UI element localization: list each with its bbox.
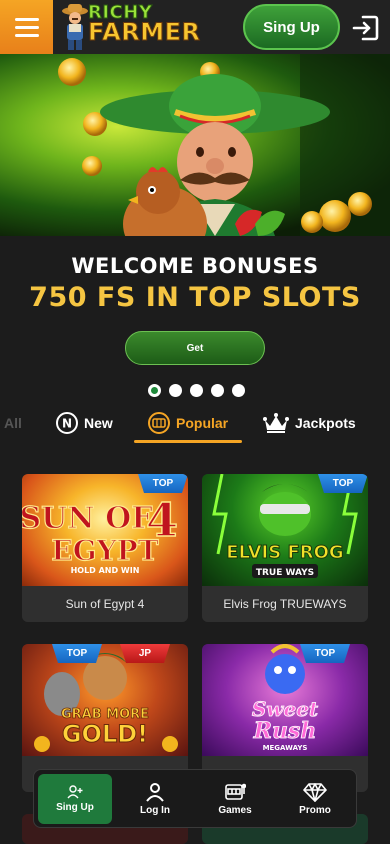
nav-login[interactable]: Log In	[118, 774, 192, 824]
header: RICHY FARMER Sing Up	[0, 0, 390, 54]
signup-button[interactable]: Sing Up	[243, 4, 340, 50]
slot-machine-icon	[225, 783, 246, 800]
banner-illustration	[58, 54, 390, 236]
crown-icon	[263, 413, 289, 433]
game-art-sub: HOLD AND WIN	[71, 566, 140, 575]
nav-promo[interactable]: Promo	[278, 774, 352, 824]
game-art-sub: TRUE WAYS	[256, 568, 314, 578]
game-art-line2: EGYPT	[51, 534, 158, 567]
menu-button[interactable]	[0, 0, 53, 54]
game-card[interactable]: ELVIS FROG TRUE WAYS TOP Elvis Frog TRUE…	[202, 474, 368, 622]
top-badge: TOP	[52, 644, 102, 663]
carousel-dot[interactable]	[232, 384, 245, 397]
add-user-icon	[67, 785, 83, 799]
nav-label: Log In	[140, 805, 170, 816]
tab-label: Jackpots	[295, 415, 356, 431]
menu-icon-bar	[14, 17, 39, 21]
farmer-logo-icon	[62, 4, 88, 50]
promo-banner[interactable]	[0, 54, 390, 236]
game-art-line2: GOLD!	[62, 720, 148, 748]
nav-label: Sing Up	[56, 802, 94, 813]
game-thumbnail[interactable]: GRAB MORE GOLD! TOP JP	[22, 644, 188, 756]
top-badge: TOP	[318, 474, 368, 493]
active-tab-indicator	[134, 440, 242, 443]
game-art-line1: SUN OF	[22, 501, 153, 536]
slot-machine-icon	[148, 412, 170, 434]
game-thumbnail[interactable]: SUN OF 4 EGYPT HOLD AND WIN TOP	[22, 474, 188, 586]
game-thumbnail[interactable]: ELVIS FROG TRUE WAYS TOP	[202, 474, 368, 586]
tab-new[interactable]: N New	[56, 410, 113, 436]
new-icon: N	[56, 412, 78, 434]
logo[interactable]: RICHY FARMER	[60, 2, 205, 52]
login-icon	[352, 15, 379, 41]
game-title[interactable]: Sun of Egypt 4	[22, 586, 188, 622]
svg-text:N: N	[62, 417, 72, 431]
login-button[interactable]	[350, 12, 382, 44]
carousel-dot[interactable]	[211, 384, 224, 397]
carousel-pagination	[148, 384, 245, 397]
top-badge: TOP	[300, 644, 350, 663]
menu-icon-bar	[14, 25, 39, 29]
diamond-icon	[303, 783, 327, 802]
get-bonus-button[interactable]: Get	[125, 331, 265, 365]
bottom-navigation: Sing Up Log In Games Promo	[33, 769, 357, 828]
user-icon	[146, 783, 164, 802]
game-card[interactable]: SUN OF 4 EGYPT HOLD AND WIN TOP Sun of E…	[22, 474, 188, 622]
welcome-heading: WELCOME BONUSES	[71, 254, 319, 278]
bonus-heading: 750 FS IN TOP SLOTS	[29, 282, 361, 313]
tab-jackpots[interactable]: Jackpots	[263, 410, 356, 436]
tab-label: Popular	[176, 415, 229, 431]
jackpot-badge: JP	[120, 644, 170, 663]
tab-label: New	[84, 415, 113, 431]
menu-icon-bar	[14, 33, 39, 37]
nav-signup[interactable]: Sing Up	[38, 774, 112, 824]
nav-label: Games	[218, 805, 252, 816]
tab-all[interactable]: All	[4, 410, 22, 436]
game-title[interactable]: Elvis Frog TRUEWAYS	[202, 586, 368, 622]
game-art-line1: ELVIS FROG	[226, 542, 343, 563]
carousel-dot[interactable]	[190, 384, 203, 397]
logo-text-bottom: FARMER	[87, 18, 201, 46]
game-thumbnail[interactable]: Sweet Rush MEGAWAYS TOP	[202, 644, 368, 756]
top-badge: TOP	[138, 474, 188, 493]
nav-label: Promo	[299, 805, 331, 816]
carousel-dot[interactable]	[169, 384, 182, 397]
tab-label: All	[4, 415, 22, 431]
category-tabs: All N New Popular Jackpots	[0, 400, 390, 444]
tab-popular[interactable]: Popular	[148, 410, 228, 436]
game-art-line2: Rush	[253, 718, 317, 744]
nav-games[interactable]: Games	[198, 774, 272, 824]
carousel-dot[interactable]	[148, 384, 161, 397]
game-art-sub: MEGAWAYS	[263, 744, 308, 752]
